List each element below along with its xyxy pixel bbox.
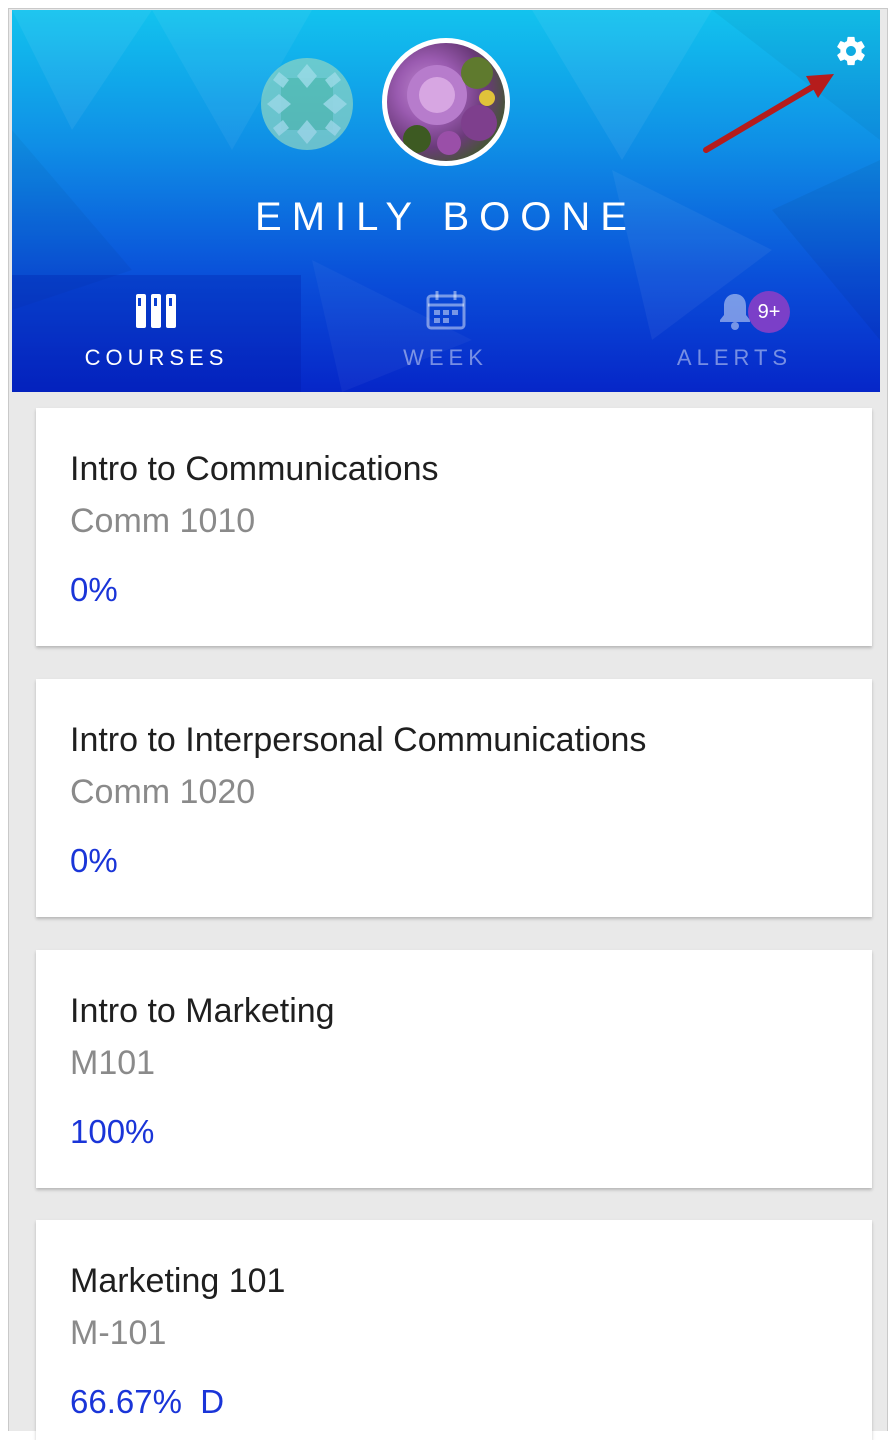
course-grade: 0% xyxy=(70,571,118,608)
course-code: M-101 xyxy=(70,1314,167,1352)
annotation-arrow-icon xyxy=(703,74,834,153)
gear-icon xyxy=(837,36,865,66)
course-card[interactable]: Intro to Marketing M101 100% xyxy=(36,950,872,1188)
course-grade: 100% xyxy=(70,1113,155,1150)
course-code: Comm 1010 xyxy=(70,502,256,540)
user-name: EMILY BOONE xyxy=(255,195,637,239)
tab-week[interactable]: WEEK xyxy=(301,275,590,392)
course-name: Intro to Interpersonal Communications xyxy=(70,721,647,759)
course-grade: 66.67% D xyxy=(70,1383,225,1420)
secondary-avatar[interactable] xyxy=(261,58,353,150)
course-card[interactable]: Intro to Interpersonal Communications Co… xyxy=(36,679,872,917)
profile-avatar[interactable] xyxy=(382,38,510,166)
pattern-avatar-image xyxy=(267,64,347,144)
profile-header: EMILY BOONE COURSES WEEK 9+ ALERTS xyxy=(12,10,880,392)
course-card[interactable]: Intro to Communications Comm 1010 0% xyxy=(36,408,872,646)
tab-alerts-label: ALERTS xyxy=(676,345,793,370)
calendar-icon xyxy=(424,287,468,333)
alerts-count-badge: 9+ xyxy=(748,291,790,333)
courses-icon xyxy=(134,287,180,333)
tab-courses-label: COURSES xyxy=(84,345,229,370)
flower-photo xyxy=(403,57,497,155)
tab-courses[interactable]: COURSES xyxy=(12,275,301,392)
tab-alerts[interactable]: 9+ ALERTS xyxy=(590,275,879,392)
course-card[interactable]: Marketing 101 M-101 66.67% D xyxy=(36,1220,872,1440)
course-name: Intro to Marketing xyxy=(70,992,335,1030)
course-grade: 0% xyxy=(70,842,118,879)
tab-week-label: WEEK xyxy=(403,345,488,370)
course-code: Comm 1020 xyxy=(70,773,256,811)
course-name: Marketing 101 xyxy=(70,1262,286,1300)
settings-button[interactable] xyxy=(832,32,870,70)
alerts-icon-wrapper: 9+ xyxy=(590,287,879,333)
course-code: M101 xyxy=(70,1044,156,1082)
course-name: Intro to Communications xyxy=(70,450,439,488)
